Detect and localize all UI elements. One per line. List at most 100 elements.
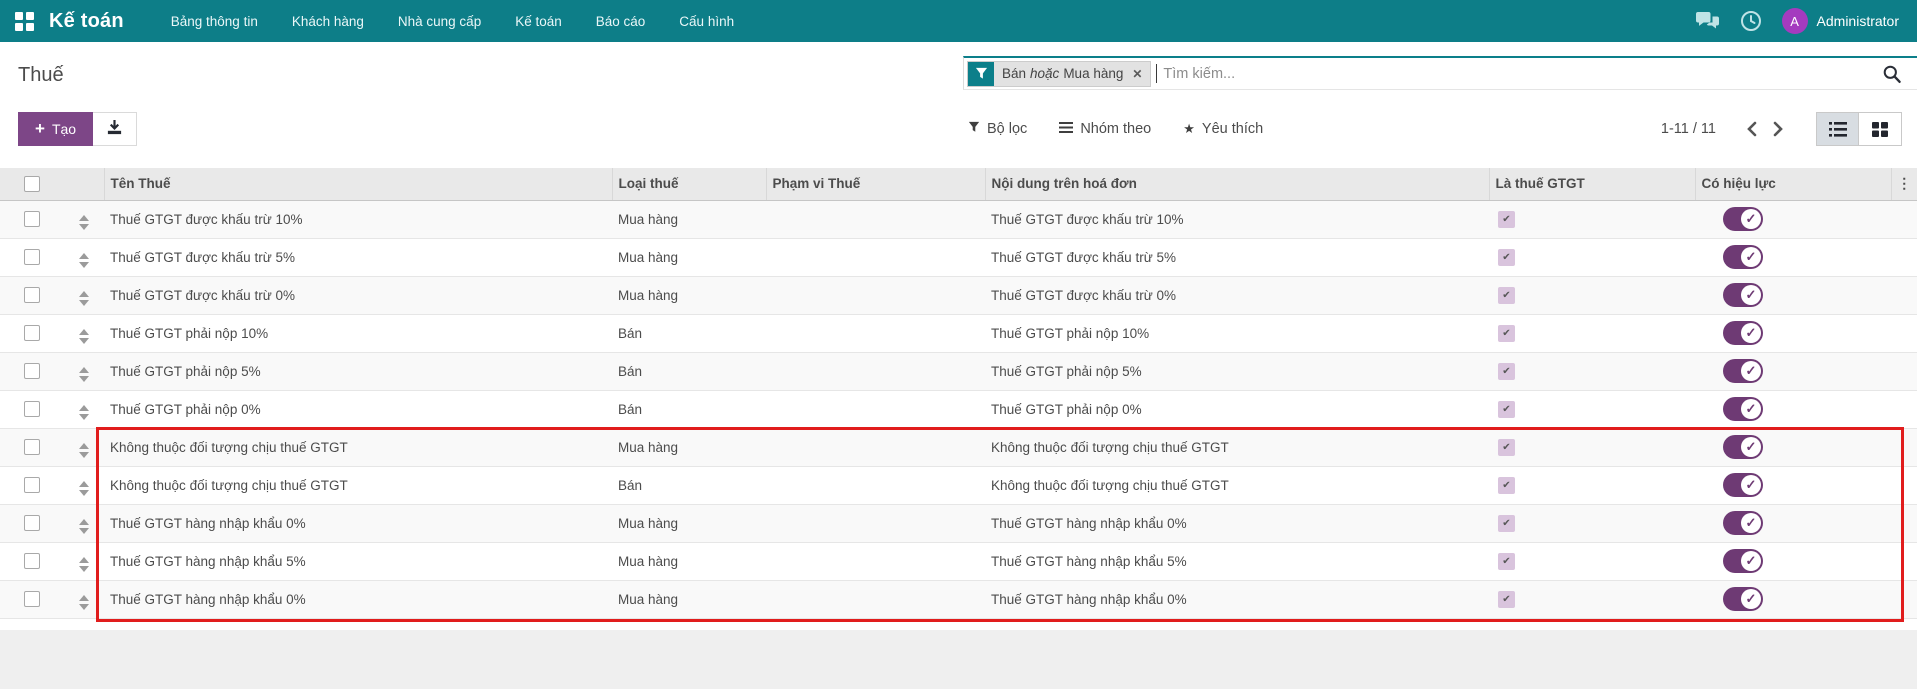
active-toggle[interactable] xyxy=(1723,549,1763,573)
drag-handle-icon[interactable] xyxy=(79,367,89,382)
pager-next-icon[interactable] xyxy=(1765,117,1792,141)
cell-invoice-label[interactable]: Thuế GTGT được khấu trừ 10% xyxy=(985,200,1489,238)
cell-invoice-label[interactable]: Thuế GTGT phải nộp 5% xyxy=(985,352,1489,390)
row-checkbox[interactable] xyxy=(24,591,40,607)
table-row[interactable]: Thuế GTGT hàng nhập khẩu 0% Mua hàng Thu… xyxy=(0,580,1917,618)
app-brand[interactable]: Kế toán xyxy=(49,10,124,33)
cell-tax-name[interactable]: Thuế GTGT hàng nhập khẩu 5% xyxy=(104,542,612,580)
cell-tax-name[interactable]: Thuế GTGT được khấu trừ 5% xyxy=(104,238,612,276)
cell-is-vat[interactable] xyxy=(1489,352,1695,390)
cell-tax-scope[interactable] xyxy=(766,200,985,238)
pager-previous-icon[interactable] xyxy=(1738,117,1765,141)
activity-clock-icon[interactable] xyxy=(1740,10,1762,32)
cell-tax-type[interactable]: Mua hàng xyxy=(612,542,766,580)
vat-checkbox[interactable] xyxy=(1498,401,1515,418)
cell-tax-type[interactable]: Bán xyxy=(612,390,766,428)
drag-handle-icon[interactable] xyxy=(79,519,89,534)
nav-item-customers[interactable]: Khách hàng xyxy=(275,0,381,42)
cell-is-vat[interactable] xyxy=(1489,200,1695,238)
vat-checkbox[interactable] xyxy=(1498,287,1515,304)
facet-close-icon[interactable]: ✕ xyxy=(1132,67,1142,81)
table-row[interactable]: Không thuộc đối tượng chịu thuế GTGT Bán… xyxy=(0,466,1917,504)
export-download-button[interactable] xyxy=(93,112,137,146)
drag-handle-icon[interactable] xyxy=(79,557,89,572)
cell-tax-scope[interactable] xyxy=(766,542,985,580)
cell-tax-scope[interactable] xyxy=(766,428,985,466)
vat-checkbox[interactable] xyxy=(1498,515,1515,532)
vat-checkbox[interactable] xyxy=(1498,249,1515,266)
column-header-type[interactable]: Loại thuế xyxy=(612,168,766,200)
search-icon[interactable] xyxy=(1882,64,1902,84)
cell-tax-name[interactable]: Thuế GTGT hàng nhập khẩu 0% xyxy=(104,580,612,618)
cell-invoice-label[interactable]: Thuế GTGT được khấu trừ 0% xyxy=(985,276,1489,314)
list-view-button[interactable] xyxy=(1816,112,1859,146)
cell-tax-type[interactable]: Mua hàng xyxy=(612,504,766,542)
cell-invoice-label[interactable]: Thuế GTGT hàng nhập khẩu 0% xyxy=(985,504,1489,542)
cell-tax-name[interactable]: Không thuộc đối tượng chịu thuế GTGT xyxy=(104,428,612,466)
cell-is-vat[interactable] xyxy=(1489,542,1695,580)
cell-is-vat[interactable] xyxy=(1489,504,1695,542)
table-row[interactable]: Thuế GTGT phải nộp 10% Bán Thuế GTGT phả… xyxy=(0,314,1917,352)
column-header-invoice-label[interactable]: Nội dung trên hoá đơn xyxy=(985,168,1489,200)
drag-handle-icon[interactable] xyxy=(79,253,89,268)
cell-invoice-label[interactable]: Thuế GTGT phải nộp 10% xyxy=(985,314,1489,352)
cell-active[interactable] xyxy=(1695,428,1891,466)
active-toggle[interactable] xyxy=(1723,435,1763,459)
nav-item-reports[interactable]: Báo cáo xyxy=(579,0,663,42)
vat-checkbox[interactable] xyxy=(1498,439,1515,456)
cell-is-vat[interactable] xyxy=(1489,390,1695,428)
cell-tax-type[interactable]: Bán xyxy=(612,352,766,390)
drag-handle-icon[interactable] xyxy=(79,443,89,458)
row-checkbox[interactable] xyxy=(24,363,40,379)
vat-checkbox[interactable] xyxy=(1498,553,1515,570)
table-row[interactable]: Thuế GTGT được khấu trừ 0% Mua hàng Thuế… xyxy=(0,276,1917,314)
table-row[interactable]: Thuế GTGT phải nộp 0% Bán Thuế GTGT phải… xyxy=(0,390,1917,428)
cell-is-vat[interactable] xyxy=(1489,276,1695,314)
apps-grid-icon[interactable] xyxy=(15,12,34,31)
groupby-button[interactable]: Nhóm theo xyxy=(1059,121,1151,137)
cell-active[interactable] xyxy=(1695,466,1891,504)
chat-icon[interactable] xyxy=(1695,11,1720,31)
drag-handle-icon[interactable] xyxy=(79,291,89,306)
favorites-button[interactable]: ★ Yêu thích xyxy=(1183,121,1263,137)
cell-active[interactable] xyxy=(1695,276,1891,314)
search-input[interactable] xyxy=(1157,66,1882,82)
cell-tax-scope[interactable] xyxy=(766,238,985,276)
cell-tax-name[interactable]: Thuế GTGT được khấu trừ 10% xyxy=(104,200,612,238)
cell-is-vat[interactable] xyxy=(1489,238,1695,276)
vat-checkbox[interactable] xyxy=(1498,363,1515,380)
table-row[interactable]: Thuế GTGT hàng nhập khẩu 0% Mua hàng Thu… xyxy=(0,504,1917,542)
cell-active[interactable] xyxy=(1695,390,1891,428)
cell-tax-type[interactable]: Bán xyxy=(612,314,766,352)
nav-item-accounting[interactable]: Kế toán xyxy=(498,0,579,42)
cell-active[interactable] xyxy=(1695,352,1891,390)
cell-invoice-label[interactable]: Thuế GTGT hàng nhập khẩu 0% xyxy=(985,580,1489,618)
cell-is-vat[interactable] xyxy=(1489,466,1695,504)
active-toggle[interactable] xyxy=(1723,473,1763,497)
cell-active[interactable] xyxy=(1695,542,1891,580)
active-toggle[interactable] xyxy=(1723,359,1763,383)
row-checkbox[interactable] xyxy=(24,515,40,531)
cell-tax-name[interactable]: Thuế GTGT hàng nhập khẩu 0% xyxy=(104,504,612,542)
cell-active[interactable] xyxy=(1695,580,1891,618)
cell-tax-scope[interactable] xyxy=(766,314,985,352)
vat-checkbox[interactable] xyxy=(1498,211,1515,228)
table-row[interactable]: Không thuộc đối tượng chịu thuế GTGT Mua… xyxy=(0,428,1917,466)
drag-handle-icon[interactable] xyxy=(79,481,89,496)
cell-tax-type[interactable]: Mua hàng xyxy=(612,276,766,314)
cell-tax-scope[interactable] xyxy=(766,466,985,504)
cell-active[interactable] xyxy=(1695,504,1891,542)
cell-active[interactable] xyxy=(1695,314,1891,352)
row-checkbox[interactable] xyxy=(24,287,40,303)
drag-handle-icon[interactable] xyxy=(79,329,89,344)
cell-is-vat[interactable] xyxy=(1489,580,1695,618)
cell-tax-type[interactable]: Mua hàng xyxy=(612,200,766,238)
cell-tax-scope[interactable] xyxy=(766,390,985,428)
row-checkbox[interactable] xyxy=(24,477,40,493)
active-toggle[interactable] xyxy=(1723,511,1763,535)
vat-checkbox[interactable] xyxy=(1498,325,1515,342)
row-checkbox[interactable] xyxy=(24,401,40,417)
cell-tax-scope[interactable] xyxy=(766,504,985,542)
active-toggle[interactable] xyxy=(1723,321,1763,345)
active-toggle[interactable] xyxy=(1723,397,1763,421)
